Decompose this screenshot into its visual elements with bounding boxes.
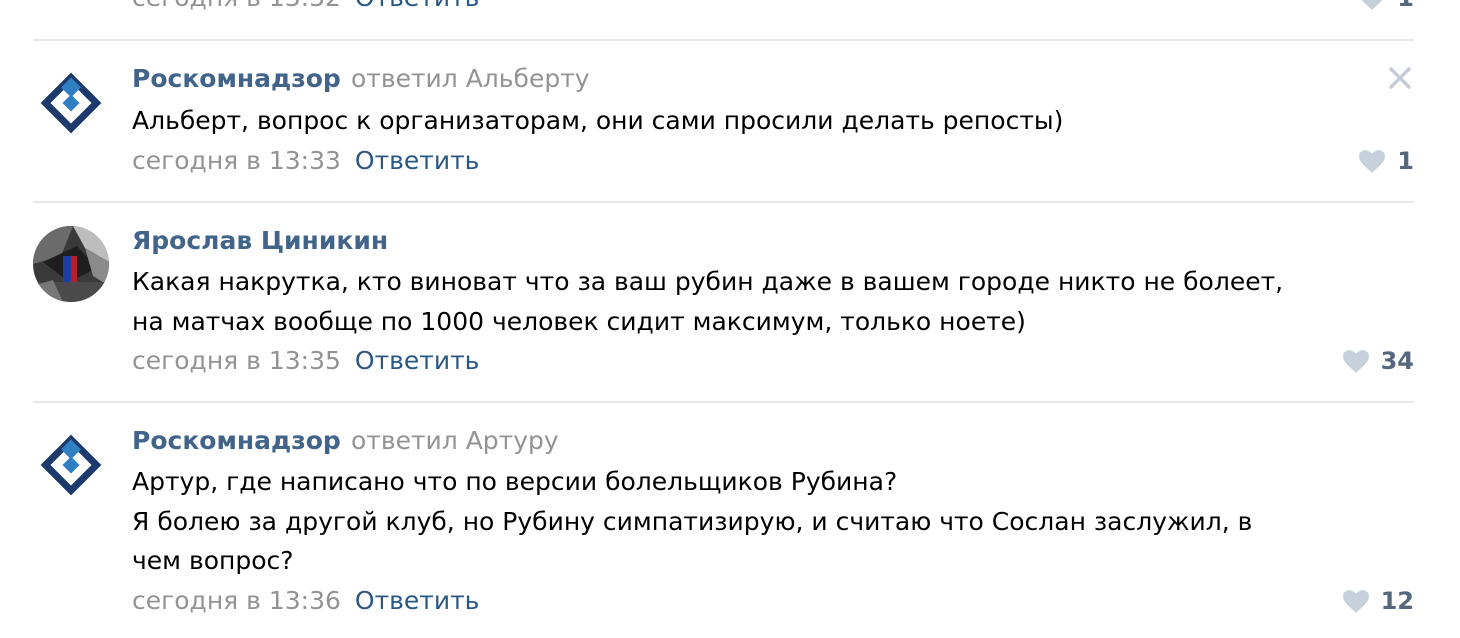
avatar[interactable] (33, 65, 109, 141)
close-icon (1389, 67, 1411, 89)
comment-author[interactable]: Роскомнадзор (132, 63, 341, 95)
heart-icon (1342, 589, 1369, 613)
avatar[interactable] (33, 427, 109, 503)
reply-to-label[interactable]: ответил Артуру (351, 425, 559, 457)
user-photo (33, 226, 109, 302)
like-count: 12 (1380, 587, 1414, 615)
delete-comment-button[interactable] (1388, 66, 1412, 94)
comment-text: чем вопрос? (132, 546, 294, 575)
comment-author[interactable]: Роскомнадзор (132, 425, 341, 457)
comment-divider (33, 401, 1414, 403)
heart-icon (1342, 349, 1369, 373)
comment-divider (33, 201, 1414, 203)
comment-text: Я болею за другой клуб, но Рубину симпат… (132, 507, 1253, 536)
like-button[interactable]: 1 (1359, 0, 1414, 14)
comment-text: на матчах вообще по 1000 человек сидит м… (132, 307, 1026, 336)
like-button[interactable]: 12 (1342, 585, 1414, 617)
heart-icon (1359, 149, 1386, 173)
comment-date: сегодня в 13:36 (132, 586, 341, 615)
comment-text: Какая накрутка, кто виноват что за ваш р… (132, 267, 1284, 296)
reply-button[interactable]: Ответить (355, 346, 479, 375)
comment-text: Артур, где написано что по версии болель… (132, 467, 898, 496)
reply-button[interactable]: Ответить (355, 0, 479, 12)
reply-to-label[interactable]: ответил Альберту (351, 63, 590, 95)
heart-icon (1362, 0, 1382, 10)
comment-author[interactable]: Ярослав Циникин (132, 225, 388, 257)
comment-meta: сегодня в 13:33 Ответить (132, 145, 479, 177)
like-count: 1 (1397, 0, 1414, 14)
comment-date: сегодня в 13:33 (132, 146, 341, 175)
comment-text: Альберт, вопрос к организаторам, они сам… (132, 106, 1064, 135)
reply-button[interactable]: Ответить (355, 146, 479, 175)
comment-meta: сегодня в 13:35 Ответить (132, 345, 479, 377)
comment-date: сегодня в 13:32 (132, 0, 341, 12)
like-count: 34 (1380, 347, 1414, 375)
comment-divider (33, 39, 1414, 41)
roskomnadzor-logo-icon (33, 65, 109, 141)
roskomnadzor-logo-icon (33, 427, 109, 503)
comment-meta: сегодня в 13:36 Ответить (132, 585, 479, 617)
comment-date: сегодня в 13:35 (132, 346, 341, 375)
reply-button[interactable]: Ответить (355, 586, 479, 615)
comment-meta: сегодня в 13:32 Ответить (132, 0, 479, 14)
like-button[interactable]: 1 (1359, 145, 1414, 177)
avatar[interactable] (33, 226, 109, 302)
like-button[interactable]: 34 (1342, 345, 1414, 377)
like-count: 1 (1397, 147, 1414, 175)
